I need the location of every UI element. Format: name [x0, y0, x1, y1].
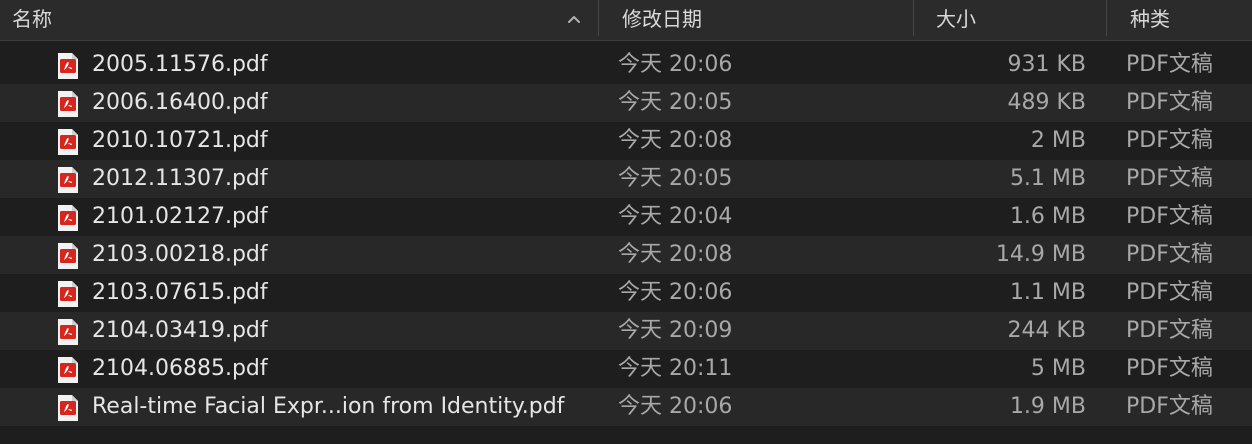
file-row[interactable]: 2012.11307.pdf 今天 20:05 5.1 MB PDF文稿	[0, 160, 1252, 198]
file-kind: PDF文稿	[1126, 242, 1213, 267]
file-size: 1.6 MB	[1009, 204, 1086, 229]
file-kind: PDF文稿	[1126, 52, 1213, 77]
file-name: 2006.16400.pdf	[92, 90, 268, 115]
column-name-header[interactable]: 名称	[12, 0, 572, 40]
column-divider[interactable]	[1106, 0, 1107, 36]
file-name: 2104.03419.pdf	[92, 318, 268, 343]
pdf-file-icon	[58, 319, 78, 345]
file-date: 今天 20:06	[618, 52, 733, 77]
file-date: 今天 20:05	[618, 90, 733, 115]
file-name: 2012.11307.pdf	[92, 166, 268, 191]
pdf-file-icon	[58, 167, 78, 193]
file-kind: PDF文稿	[1126, 280, 1213, 305]
file-date: 今天 20:06	[618, 394, 733, 419]
file-row[interactable]: 2103.00218.pdf 今天 20:08 14.9 MB PDF文稿	[0, 236, 1252, 274]
file-name: 2005.11576.pdf	[92, 52, 268, 77]
file-name: 2104.06885.pdf	[92, 356, 268, 381]
file-size: 1.9 MB	[1009, 394, 1086, 419]
file-size: 5 MB	[1030, 356, 1086, 381]
file-date: 今天 20:08	[618, 242, 733, 267]
pdf-file-icon	[58, 281, 78, 307]
file-kind: PDF文稿	[1126, 356, 1213, 381]
file-row[interactable]: 2103.07615.pdf 今天 20:06 1.1 MB PDF文稿	[0, 274, 1252, 312]
file-date: 今天 20:08	[618, 128, 733, 153]
pdf-file-icon	[58, 205, 78, 231]
column-date-label: 修改日期	[622, 7, 702, 31]
column-header: 名称 修改日期 大小 种类	[0, 0, 1252, 41]
pdf-file-icon	[58, 357, 78, 383]
file-row[interactable]: 2010.10721.pdf 今天 20:08 2 MB PDF文稿	[0, 122, 1252, 160]
file-name: 2103.00218.pdf	[92, 242, 268, 267]
file-size: 14.9 MB	[995, 242, 1086, 267]
finder-list-view: 名称 修改日期 大小 种类 2005.11576.pdf 今天 20:06 931 …	[0, 0, 1252, 444]
file-row[interactable]: 2104.03419.pdf 今天 20:09 244 KB PDF文稿	[0, 312, 1252, 350]
file-size: 931 KB	[1007, 52, 1086, 77]
pdf-file-icon	[58, 243, 78, 269]
column-size-label: 大小	[936, 7, 976, 31]
column-name-label: 名称	[12, 7, 52, 31]
file-name: 2103.07615.pdf	[92, 280, 268, 305]
file-date: 今天 20:09	[618, 318, 733, 343]
file-row[interactable]: 2104.06885.pdf 今天 20:11 5 MB PDF文稿	[0, 350, 1252, 388]
file-kind: PDF文稿	[1126, 90, 1213, 115]
file-size: 1.1 MB	[1009, 280, 1086, 305]
column-date-header[interactable]: 修改日期	[622, 0, 912, 40]
pdf-file-icon	[58, 129, 78, 155]
file-kind: PDF文稿	[1126, 128, 1213, 153]
file-size: 244 KB	[1007, 318, 1086, 343]
file-name: Real-time Facial Expr...ion from Identit…	[92, 394, 565, 419]
file-date: 今天 20:06	[618, 280, 733, 305]
pdf-file-icon	[58, 91, 78, 117]
file-kind: PDF文稿	[1126, 318, 1213, 343]
column-divider[interactable]	[598, 0, 599, 36]
column-size-header[interactable]: 大小	[936, 0, 1104, 40]
file-size: 5.1 MB	[1009, 166, 1086, 191]
file-name: 2010.10721.pdf	[92, 128, 268, 153]
chevron-up-icon[interactable]	[564, 9, 584, 29]
column-kind-header[interactable]: 种类	[1130, 0, 1250, 40]
column-kind-label: 种类	[1130, 7, 1170, 31]
file-date: 今天 20:11	[618, 356, 733, 381]
file-date: 今天 20:05	[618, 166, 733, 191]
file-row[interactable]: 2006.16400.pdf 今天 20:05 489 KB PDF文稿	[0, 84, 1252, 122]
file-kind: PDF文稿	[1126, 394, 1213, 419]
file-kind: PDF文稿	[1126, 166, 1213, 191]
file-row[interactable]: 2005.11576.pdf 今天 20:06 931 KB PDF文稿	[0, 46, 1252, 84]
pdf-file-icon	[58, 53, 78, 79]
column-divider[interactable]	[913, 0, 914, 36]
file-row[interactable]: 2101.02127.pdf 今天 20:04 1.6 MB PDF文稿	[0, 198, 1252, 236]
file-name: 2101.02127.pdf	[92, 204, 268, 229]
pdf-file-icon	[58, 395, 78, 421]
file-date: 今天 20:04	[618, 204, 733, 229]
file-kind: PDF文稿	[1126, 204, 1213, 229]
file-size: 489 KB	[1007, 90, 1086, 115]
file-size: 2 MB	[1030, 128, 1086, 153]
file-row[interactable]: Real-time Facial Expr...ion from Identit…	[0, 388, 1252, 426]
